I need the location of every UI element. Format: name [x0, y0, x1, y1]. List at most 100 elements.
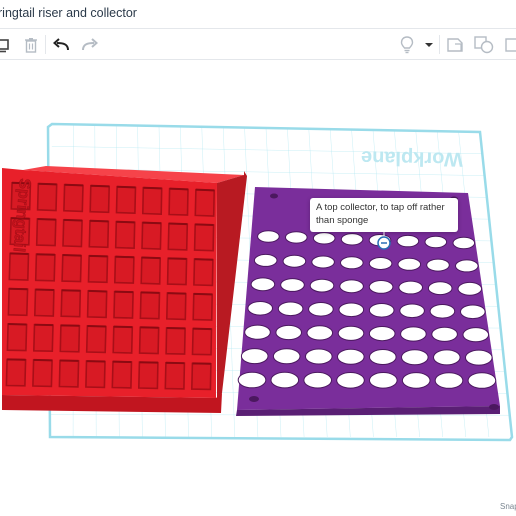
copy-icon[interactable] — [0, 29, 12, 60]
note-tooltip: A top collector, to tap off rather than … — [310, 198, 458, 232]
trash-icon[interactable] — [22, 29, 40, 60]
collector-hole — [429, 304, 456, 319]
riser-pocket-shadow — [193, 292, 213, 296]
riser-pocket-shadow — [141, 256, 161, 260]
riser-pocket — [111, 360, 133, 389]
riser-pocket-shadow — [117, 185, 136, 189]
riser-pocket — [140, 256, 162, 285]
riser-pocket — [193, 223, 215, 252]
riser-pocket — [85, 325, 107, 354]
collector-hole — [399, 303, 425, 319]
collector-hole — [369, 372, 398, 389]
design-title[interactable]: ringtail riser and collector — [0, 6, 137, 20]
collector-hole — [465, 349, 493, 366]
riser-pocket-shadow — [143, 186, 162, 190]
collector-hole — [339, 279, 364, 294]
redo-arrow-icon[interactable] — [80, 29, 100, 60]
riser-pocket-shadow — [61, 289, 81, 292]
collector-hole — [455, 259, 479, 273]
workplane-label: Workplane — [361, 146, 463, 170]
riser-pocket-shadow — [116, 220, 135, 224]
riser-pocket-shadow — [167, 292, 186, 295]
riser-pocket-shadow — [140, 291, 160, 294]
collector-hole — [397, 257, 422, 271]
riser-pocket — [7, 287, 29, 317]
toolbar — [0, 28, 516, 60]
riser-pocket — [88, 219, 110, 249]
riser-pocket — [6, 323, 28, 352]
workplane-scene[interactable]: Workplane Springtail — [0, 61, 516, 516]
more-icon[interactable] — [504, 29, 516, 60]
chevron-down-icon[interactable] — [423, 29, 435, 60]
riser-pocket — [166, 257, 188, 286]
riser-pocket-shadow — [195, 188, 215, 192]
collector-hole — [308, 302, 334, 317]
riser-pocket — [32, 359, 53, 388]
riser-pocket-shadow — [115, 255, 134, 259]
riser-pocket — [5, 358, 27, 387]
collector-hole — [311, 255, 335, 269]
collector-hole — [340, 256, 364, 270]
title-bar: ringtail riser and collector — [0, 0, 516, 28]
riser-pocket — [89, 184, 111, 214]
collector-hole — [338, 302, 365, 318]
riser-pocket — [190, 362, 212, 391]
collector-hole — [306, 325, 334, 341]
riser-pocket — [114, 220, 136, 250]
riser-pocket — [32, 323, 54, 353]
collector-hole — [270, 371, 300, 389]
riser-pocket-shadow — [36, 253, 55, 256]
riser-pocket-shadow — [62, 254, 82, 257]
riser-pocket — [141, 186, 163, 216]
riser-pocket — [168, 187, 189, 216]
collector-hole — [337, 348, 365, 365]
collector-hole — [237, 371, 267, 389]
riser-pocket — [164, 361, 186, 390]
collector-hole — [305, 348, 333, 365]
note-tooltip-text: A top collector, to tap off rather than … — [316, 202, 445, 226]
snap-grid-label[interactable]: Snap — [500, 502, 516, 511]
riser-pocket — [86, 290, 108, 319]
collector-hole — [247, 301, 274, 316]
riser-pocket-shadow — [9, 287, 28, 291]
riser-pocket — [61, 254, 83, 283]
collector-hole — [277, 301, 304, 317]
riser-pocket-shadow — [89, 219, 109, 223]
riser-pocket — [138, 326, 160, 355]
riser-pocket — [192, 293, 214, 321]
riser-pocket — [34, 253, 56, 282]
collector-hole — [337, 325, 365, 341]
undo-arrow-icon[interactable] — [51, 29, 71, 60]
riser-pocket — [35, 218, 57, 247]
collector-hole — [275, 324, 303, 341]
3d-viewport[interactable]: Workplane Springtail — [0, 61, 516, 516]
riser-pocket-shadow — [168, 257, 187, 260]
riser-pocket — [191, 327, 213, 356]
shape-note-icon[interactable] — [444, 29, 466, 60]
collector-hole — [309, 278, 335, 293]
riser-pocket-shadow — [195, 223, 214, 227]
riser-pocket — [139, 291, 161, 320]
riser-pocket — [85, 360, 106, 389]
riser-pocket-shadow — [114, 290, 134, 294]
riser-pocket-shadow — [194, 258, 213, 261]
lightbulb-icon[interactable] — [397, 29, 417, 60]
riser-pocket — [87, 255, 109, 284]
collector-hole — [467, 372, 497, 389]
riser-pocket-shadow — [38, 182, 57, 186]
riser-pocket — [165, 292, 187, 321]
riser-pocket — [36, 182, 58, 212]
riser-pocket — [137, 361, 159, 390]
riser-pocket — [62, 219, 83, 248]
collector-hole — [431, 326, 458, 342]
collector-hole — [398, 280, 424, 295]
collector-hole — [336, 372, 365, 389]
collector-hole — [244, 324, 271, 340]
collector-hole — [250, 277, 276, 292]
collector-hole — [400, 326, 427, 342]
riser-pocket-shadow — [89, 254, 108, 258]
collector-hole — [368, 257, 393, 270]
riser-pocket — [112, 325, 134, 354]
group-shapes-icon[interactable] — [472, 29, 496, 60]
red-riser[interactable]: Springtail — [2, 166, 247, 413]
